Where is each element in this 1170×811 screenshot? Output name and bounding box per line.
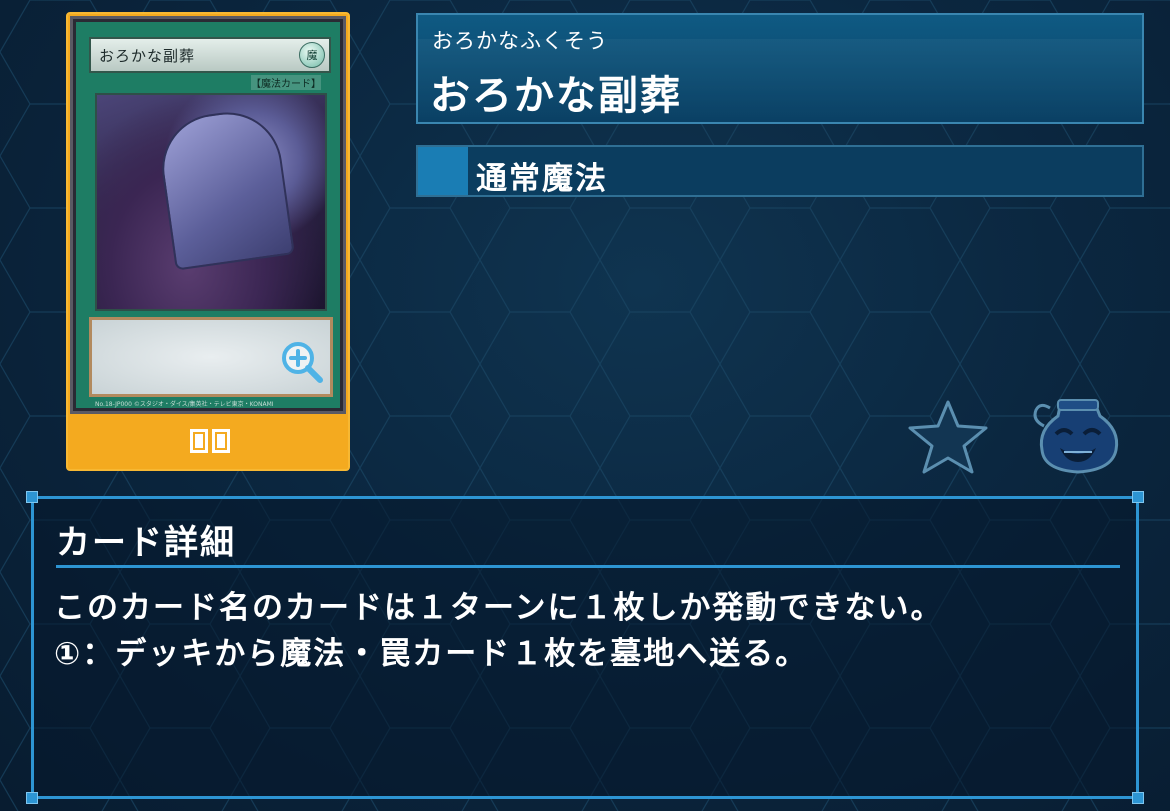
card-frame[interactable]: おろかな副葬 魔 【魔法カード】 No.18-JP000 ©スタジオ・ダイス/集… <box>66 12 350 471</box>
card-title: おろかな副葬 <box>430 73 682 119</box>
card-image[interactable]: おろかな副葬 魔 【魔法カード】 No.18-JP000 ©スタジオ・ダイス/集… <box>70 16 346 414</box>
pot-of-greed-icon[interactable] <box>1030 396 1126 476</box>
detail-heading: カード詳細 <box>56 523 236 563</box>
card-name-panel: おろかなふくそう おろかな副葬 <box>416 13 1144 124</box>
tombstone-art <box>155 105 295 271</box>
spell-type-swatch <box>418 147 468 195</box>
card-type-line: 【魔法カード】 <box>251 75 321 90</box>
zoom-in-icon[interactable] <box>280 340 324 384</box>
effect-line: ①：デッキから魔法・罠カード１枚を墓地へ送る。 <box>54 636 809 672</box>
effect-line: このカード名のカードは１ターンに１枚しか発動できない。 <box>54 590 944 626</box>
card-text-box <box>89 317 333 397</box>
detail-divider <box>56 565 1120 568</box>
panel-corner <box>26 491 38 503</box>
panel-corner <box>26 792 38 804</box>
card-name-ruby: おろかなふくそう <box>432 29 608 53</box>
star-icon[interactable] <box>906 398 990 474</box>
card-name-bar: おろかな副葬 魔 <box>89 37 331 73</box>
card-artwork <box>95 93 327 311</box>
panel-corner <box>1132 792 1144 804</box>
panel-corner <box>1132 491 1144 503</box>
card-footer-text: No.18-JP000 ©スタジオ・ダイス/集英社・テレビ東京・KONAMI <box>95 401 274 408</box>
card-effect-text: このカード名のカードは１ターンに１枚しか発動できない。 ①：デッキから魔法・罠カ… <box>54 585 1124 677</box>
card-name-text: おろかな副葬 <box>99 47 196 65</box>
card-type-label: 通常魔法 <box>476 161 608 197</box>
spell-attribute-icon: 魔 <box>299 42 325 68</box>
card-pair-icon <box>188 426 232 456</box>
card-detail-panel: カード詳細 このカード名のカードは１ターンに１枚しか発動できない。 ①：デッキか… <box>26 491 1144 804</box>
card-type-panel: 通常魔法 <box>416 145 1144 197</box>
